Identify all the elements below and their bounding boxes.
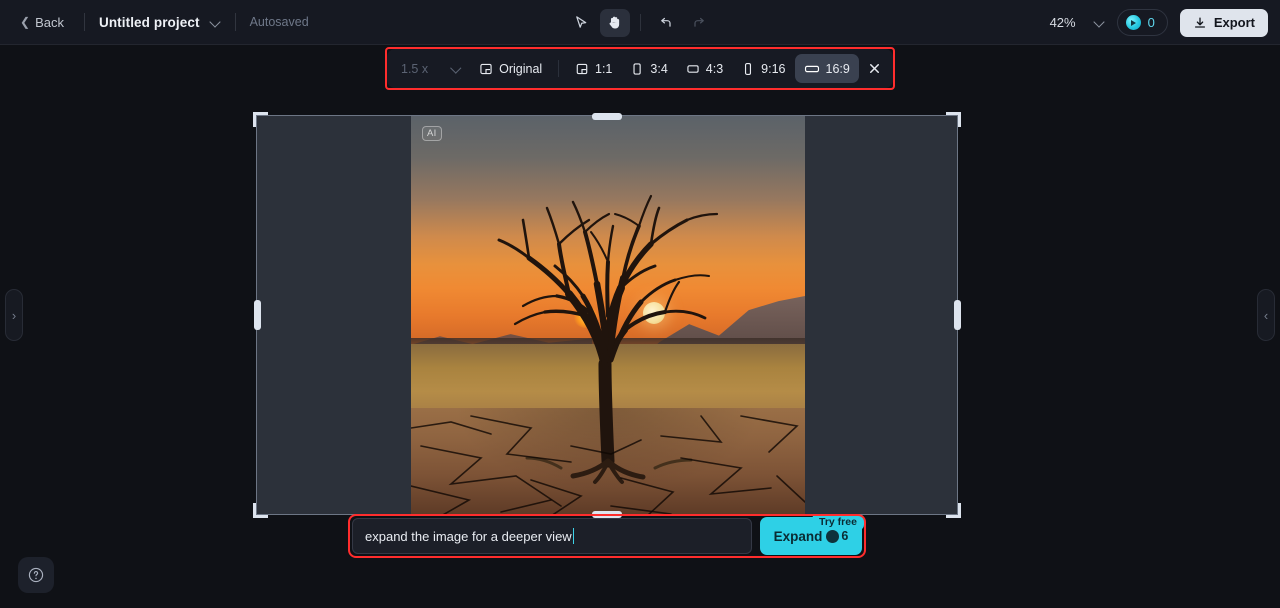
help-button[interactable] [18, 557, 54, 593]
resize-handle-left[interactable] [253, 300, 261, 330]
resize-handle-bottom-right[interactable] [946, 503, 961, 518]
autosaved-status: Autosaved [249, 15, 309, 29]
zoom-level-value: 42% [1049, 15, 1076, 30]
project-title: Untitled project [98, 14, 200, 30]
download-icon [1194, 16, 1205, 28]
help-circle-icon [28, 567, 44, 583]
select-tool-button[interactable] [567, 9, 597, 37]
export-button-label: Export [1213, 15, 1255, 30]
ai-badge: AI [422, 126, 442, 141]
tool-divider [639, 14, 641, 31]
zoom-control[interactable]: 42% [1050, 15, 1105, 30]
prompt-bar-highlight [348, 514, 866, 558]
header-divider-1 [83, 13, 85, 31]
app-root: ❮ Back Untitled project Autosaved 42% 0 … [0, 0, 1280, 608]
top-header: ❮ Back Untitled project Autosaved 42% 0 … [0, 0, 1280, 45]
redo-button[interactable] [684, 9, 714, 37]
credits-count: 0 [1147, 15, 1155, 30]
resize-handle-top-right[interactable] [946, 112, 961, 127]
hand-icon [609, 16, 620, 29]
expand-area: AI [257, 116, 957, 514]
zoom-chevron-down-icon[interactable] [1094, 17, 1105, 28]
resize-handle-bottom-left[interactable] [253, 503, 268, 518]
project-menu-chevron-down-icon[interactable] [210, 17, 221, 28]
resize-handle-right[interactable] [953, 300, 961, 330]
credits-badge[interactable]: 0 [1116, 9, 1168, 36]
undo-button[interactable] [651, 9, 681, 37]
credit-coin-icon [1125, 15, 1141, 30]
back-button-label: Back [35, 14, 64, 30]
ratio-toolbar-highlight [385, 47, 895, 90]
undo-icon [660, 17, 671, 27]
right-panel-toggle[interactable]: ‹ [1257, 289, 1275, 341]
cursor-icon [576, 16, 587, 28]
header-divider-2 [234, 13, 236, 31]
canvas-selection-frame[interactable]: AI [253, 112, 961, 518]
header-left-group: ❮ Back Untitled project Autosaved [0, 0, 309, 44]
tree-silhouette [411, 194, 805, 514]
source-image: AI [411, 116, 805, 514]
back-button[interactable]: ❮ Back [14, 11, 70, 34]
resize-handle-top-left[interactable] [253, 112, 268, 127]
hand-tool-button[interactable] [599, 8, 630, 37]
resize-handle-top[interactable] [592, 112, 622, 120]
header-right-group: 42% 0 Export [1050, 0, 1268, 45]
chevron-left-icon: ❮ [20, 15, 31, 29]
left-panel-toggle[interactable]: › [5, 289, 23, 341]
export-button[interactable]: Export [1179, 8, 1268, 37]
redo-icon [693, 17, 704, 27]
